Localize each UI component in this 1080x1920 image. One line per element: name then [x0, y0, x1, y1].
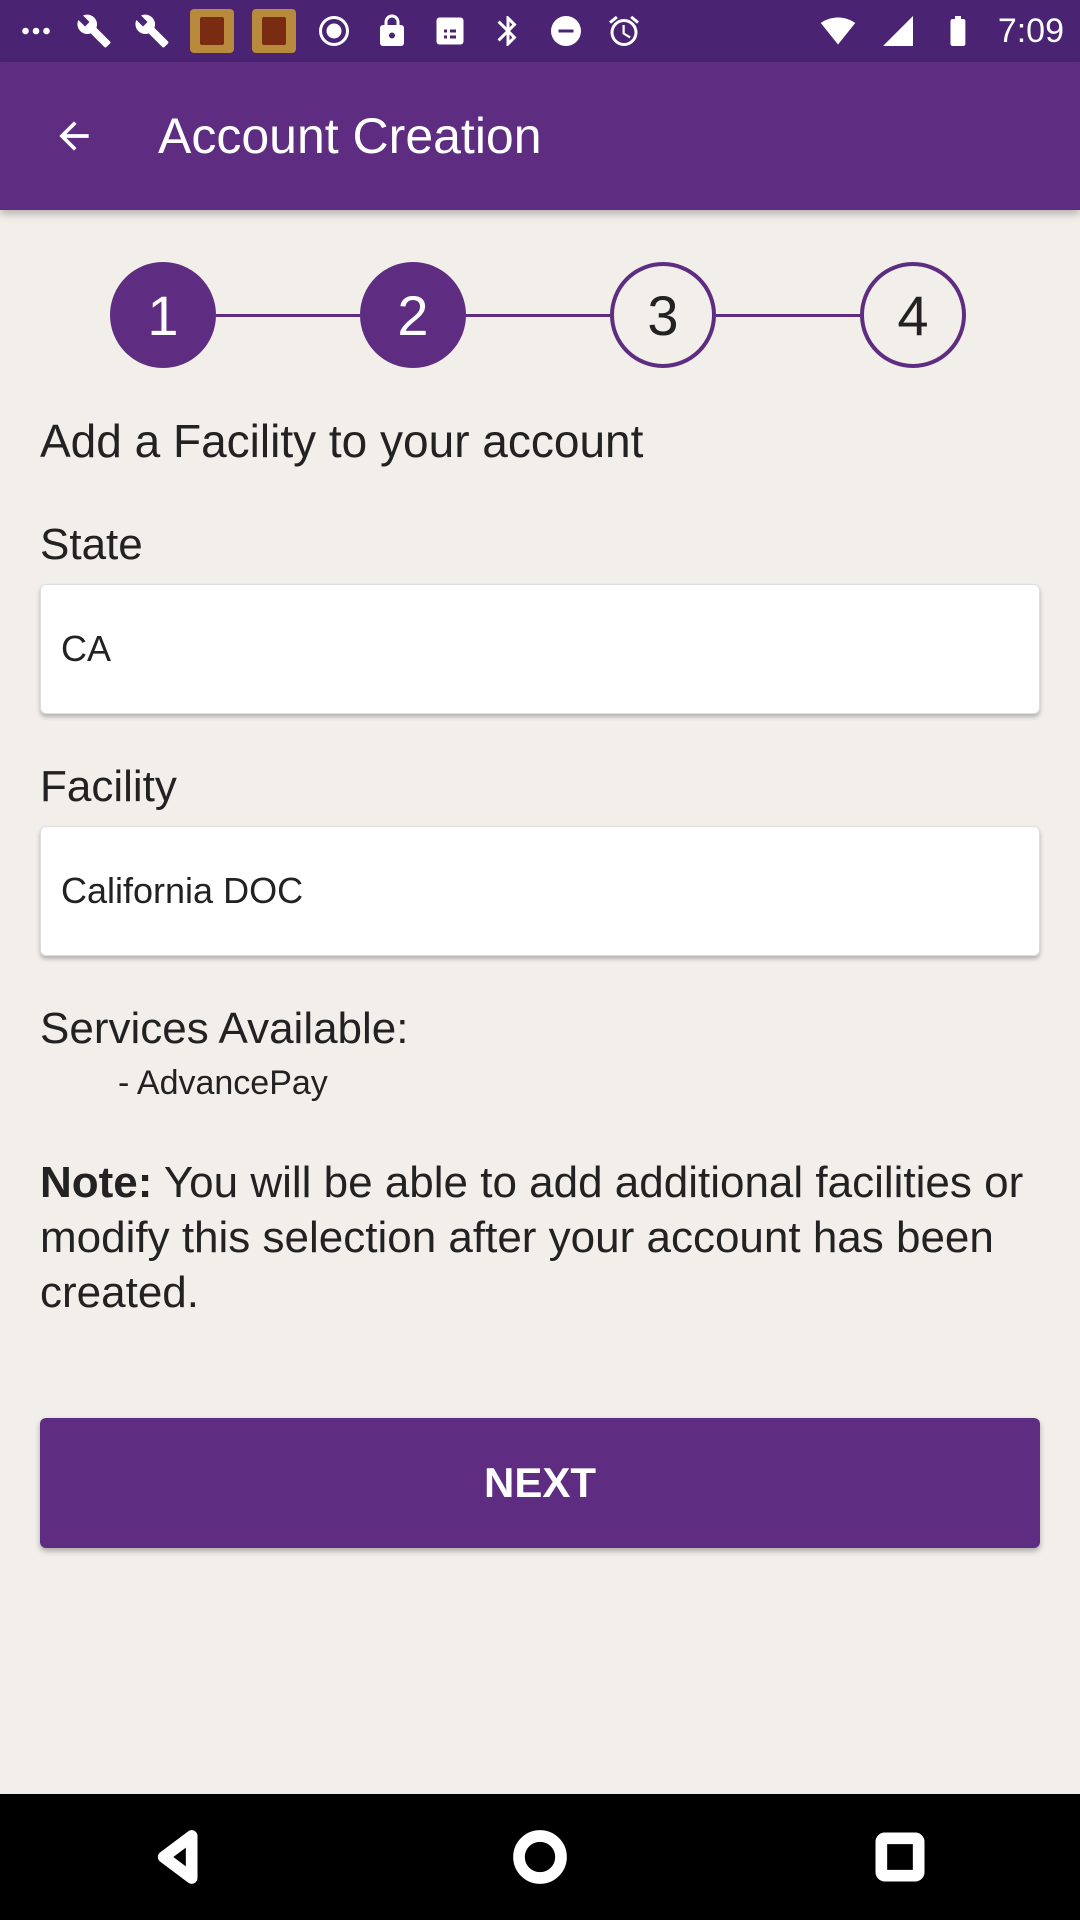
- form-heading: Add a Facility to your account: [40, 415, 644, 467]
- step-4: 4: [860, 262, 966, 368]
- nav-recents-button[interactable]: [840, 1797, 960, 1917]
- wifi-icon: [818, 11, 858, 51]
- signal-icon: [878, 11, 918, 51]
- bluetooth-icon: [488, 11, 528, 51]
- facility-label: Facility: [40, 762, 177, 811]
- note-body: You will be able to add additional facil…: [40, 1158, 1024, 1317]
- arrow-back-icon: [59, 121, 89, 151]
- app-topics-icon: [190, 9, 234, 53]
- triangle-back-icon: [157, 1830, 198, 1884]
- step-1: 1: [110, 262, 216, 368]
- wrench-icon: [132, 11, 172, 51]
- services-label: Services Available:: [40, 1004, 409, 1053]
- nav-back-button[interactable]: [120, 1797, 240, 1917]
- more-horiz-icon: [16, 11, 56, 51]
- step-2: 2: [360, 262, 466, 368]
- notification-icons: [16, 9, 644, 53]
- wrench-icon: [74, 11, 114, 51]
- lock-icon: [372, 11, 412, 51]
- note-bold: Note:: [40, 1158, 153, 1207]
- system-status: 7:09: [818, 11, 1064, 51]
- nav-home-button[interactable]: [480, 1797, 600, 1917]
- alarm-icon: [604, 11, 644, 51]
- sim-icon: [430, 11, 470, 51]
- next-button[interactable]: NEXT: [40, 1418, 1040, 1548]
- note-text: Note: You will be able to add additional…: [40, 1155, 1040, 1320]
- service-item: - AdvancePay: [118, 1064, 328, 1102]
- state-label: State: [40, 520, 143, 569]
- state-field[interactable]: CA: [40, 584, 1040, 714]
- step-3: 3: [610, 262, 716, 368]
- record-icon: [314, 11, 354, 51]
- facility-form: Add a Facility to your account State CA …: [40, 400, 1040, 1548]
- circle-home-icon: [513, 1830, 567, 1884]
- navigation-bar: [0, 1794, 1080, 1920]
- progress-stepper: 1 2 3 4: [110, 262, 970, 368]
- square-recents-icon: [875, 1832, 925, 1882]
- app-topics-icon: [252, 9, 296, 53]
- back-button[interactable]: [0, 62, 148, 210]
- facility-field[interactable]: California DOC: [40, 826, 1040, 956]
- do-not-disturb-icon: [546, 11, 586, 51]
- battery-icon: [938, 11, 978, 51]
- step-connector: [466, 314, 610, 317]
- step-connector: [216, 314, 360, 317]
- status-bar: 7:09: [0, 0, 1080, 62]
- page-title: Account Creation: [158, 108, 542, 164]
- clock: 7:09: [997, 11, 1064, 50]
- app-bar: Account Creation: [0, 62, 1080, 210]
- step-connector: [716, 314, 860, 317]
